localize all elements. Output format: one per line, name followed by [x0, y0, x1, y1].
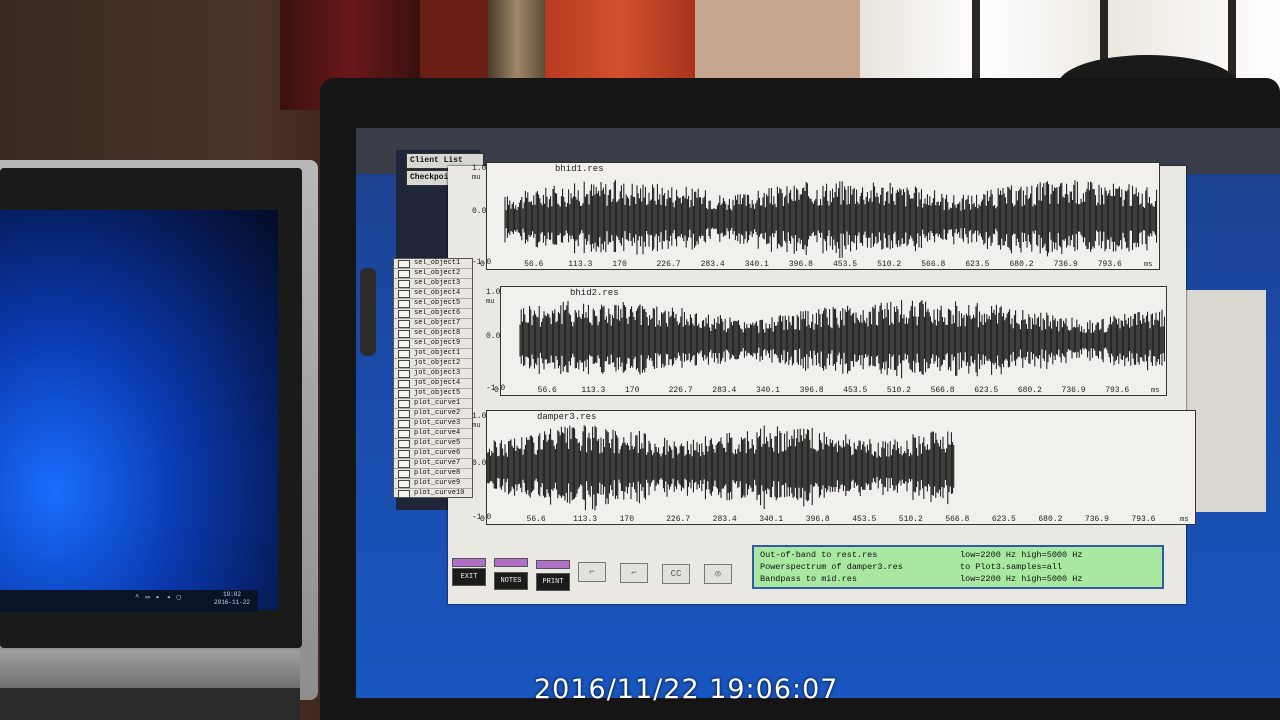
- object-list-item[interactable]: sel_object9: [394, 339, 472, 349]
- waveform-path: [519, 300, 1165, 379]
- y-axis-mid: 0.0: [486, 332, 501, 341]
- object-list-item[interactable]: plot_curve9: [394, 479, 472, 489]
- object-list-item[interactable]: plot_curve7: [394, 459, 472, 469]
- waveform-trace: [486, 425, 955, 511]
- object-list-item[interactable]: jot_object2: [394, 359, 472, 369]
- y-axis-unit: mu: [486, 298, 495, 306]
- print-button[interactable]: PRINT: [536, 573, 570, 591]
- object-list-item[interactable]: sel_object3: [394, 279, 472, 289]
- object-list-item[interactable]: sel_object1: [394, 259, 472, 269]
- x-tick-label: 680.2: [1017, 386, 1042, 395]
- x-tick-label: 396.8: [799, 386, 824, 395]
- object-list-item[interactable]: plot_curve3: [394, 419, 472, 429]
- x-tick-label: 226.7: [668, 386, 693, 395]
- object-list-item[interactable]: plot_curve10: [394, 489, 472, 497]
- object-list-item[interactable]: sel_object7: [394, 319, 472, 329]
- object-list[interactable]: sel_object1 sel_object2 sel_object3 sel_obj…: [393, 258, 473, 498]
- taskbar-clock: 19:02 2016-11-22: [214, 591, 250, 607]
- zoom-in-icon[interactable]: ⌐: [578, 562, 606, 582]
- object-list-item[interactable]: sel_object2: [394, 269, 472, 279]
- x-tick-label: 0: [494, 386, 499, 395]
- object-list-item[interactable]: plot_curve1: [394, 399, 472, 409]
- notes-button[interactable]: NOTES: [494, 572, 528, 590]
- x-tick-label: 453.5: [843, 386, 868, 395]
- x-axis-ticks: 0 56.6 113.3 170 226.7 283.4 340.1 396.8 453.5 51…: [494, 386, 1169, 395]
- x-tick-label: 623.5: [974, 386, 999, 395]
- x-tick-label: 170: [624, 386, 640, 395]
- pipe: [488, 0, 546, 90]
- x-tick-label: 283.4: [712, 386, 737, 395]
- object-list-item[interactable]: plot_curve6: [394, 449, 472, 459]
- x-tick-label: 510.2: [886, 386, 911, 395]
- y-axis-mid: 0.0: [472, 207, 487, 216]
- x-tick-label: 56.6: [537, 386, 557, 395]
- x-tick-label: 113.3: [581, 386, 606, 395]
- y-axis-max: 1.0: [472, 412, 487, 421]
- x-axis-unit: ms: [1151, 387, 1160, 395]
- y-axis-mid: 0.0: [472, 458, 487, 468]
- object-list-item[interactable]: jot_object3: [394, 369, 472, 379]
- x-tick-label: 566.8: [930, 386, 955, 395]
- status-line: Powerspectrum of damper3.res to Plot3.sam…: [760, 562, 1063, 572]
- status-log: Out-of-band to rest.res low=2200 Hz high=…: [752, 545, 1164, 589]
- object-list-item[interactable]: plot_curve8: [394, 469, 472, 479]
- object-list-item[interactable]: sel_object5: [394, 299, 472, 309]
- y-axis-max: 1.0: [486, 288, 501, 297]
- waveform-trace: [519, 300, 1165, 379]
- print-indicator: [536, 560, 570, 569]
- x-axis-unit: ms: [1180, 516, 1189, 524]
- camera-timestamp: 2016/11/22 19:06:07: [534, 674, 839, 705]
- object-list-item[interactable]: sel_object8: [394, 329, 472, 339]
- waveform-trace: [504, 179, 1158, 259]
- object-list-item[interactable]: jot_object4: [394, 379, 472, 389]
- left-laptop-keyboard: [0, 688, 300, 720]
- exit-indicator: [452, 558, 486, 567]
- system-tray-icons: ^ ▭ ▸ ◂ ▢: [135, 594, 182, 602]
- exit-button[interactable]: EXIT: [452, 568, 486, 586]
- status-line: Out-of-band to rest.res low=2200 Hz high=…: [760, 550, 1083, 560]
- x-tick-label: 340.1: [755, 386, 780, 395]
- notes-indicator: [494, 558, 528, 567]
- x-tick-label: 793.6: [1105, 386, 1130, 395]
- waveform-path: [486, 425, 955, 511]
- object-list-item[interactable]: plot_curve2: [394, 409, 472, 419]
- zoom-out-icon[interactable]: ⌐: [620, 563, 648, 583]
- x-tick-label: 736.9: [1061, 386, 1086, 395]
- left-laptop-hinge: [0, 650, 300, 690]
- object-list-item[interactable]: sel_object6: [394, 309, 472, 319]
- taskbar-date: 2016-11-22: [214, 599, 251, 606]
- object-list-item[interactable]: jot_object1: [394, 349, 472, 359]
- waveform-path: [504, 179, 1158, 259]
- cc-icon[interactable]: CC: [662, 564, 690, 584]
- y-axis-max: 1.0: [472, 164, 487, 173]
- y-axis-unit: mu: [472, 174, 481, 182]
- left-laptop-desktop: [0, 210, 278, 610]
- taskbar-time: 19:02: [223, 591, 242, 598]
- object-list-item[interactable]: plot_curve5: [394, 439, 472, 449]
- object-list-item[interactable]: plot_curve4: [394, 429, 472, 439]
- laptop-latch: [360, 268, 376, 356]
- object-list-item[interactable]: sel_object4: [394, 289, 472, 299]
- y-axis-unit: mu: [472, 422, 481, 430]
- status-line: Bandpass to mid.res low=2200 Hz high=5000…: [760, 574, 1083, 584]
- plot-title: bhid1.res: [555, 164, 604, 174]
- object-list-item[interactable]: jot_object5: [394, 389, 472, 399]
- record-icon[interactable]: ◎: [704, 564, 732, 584]
